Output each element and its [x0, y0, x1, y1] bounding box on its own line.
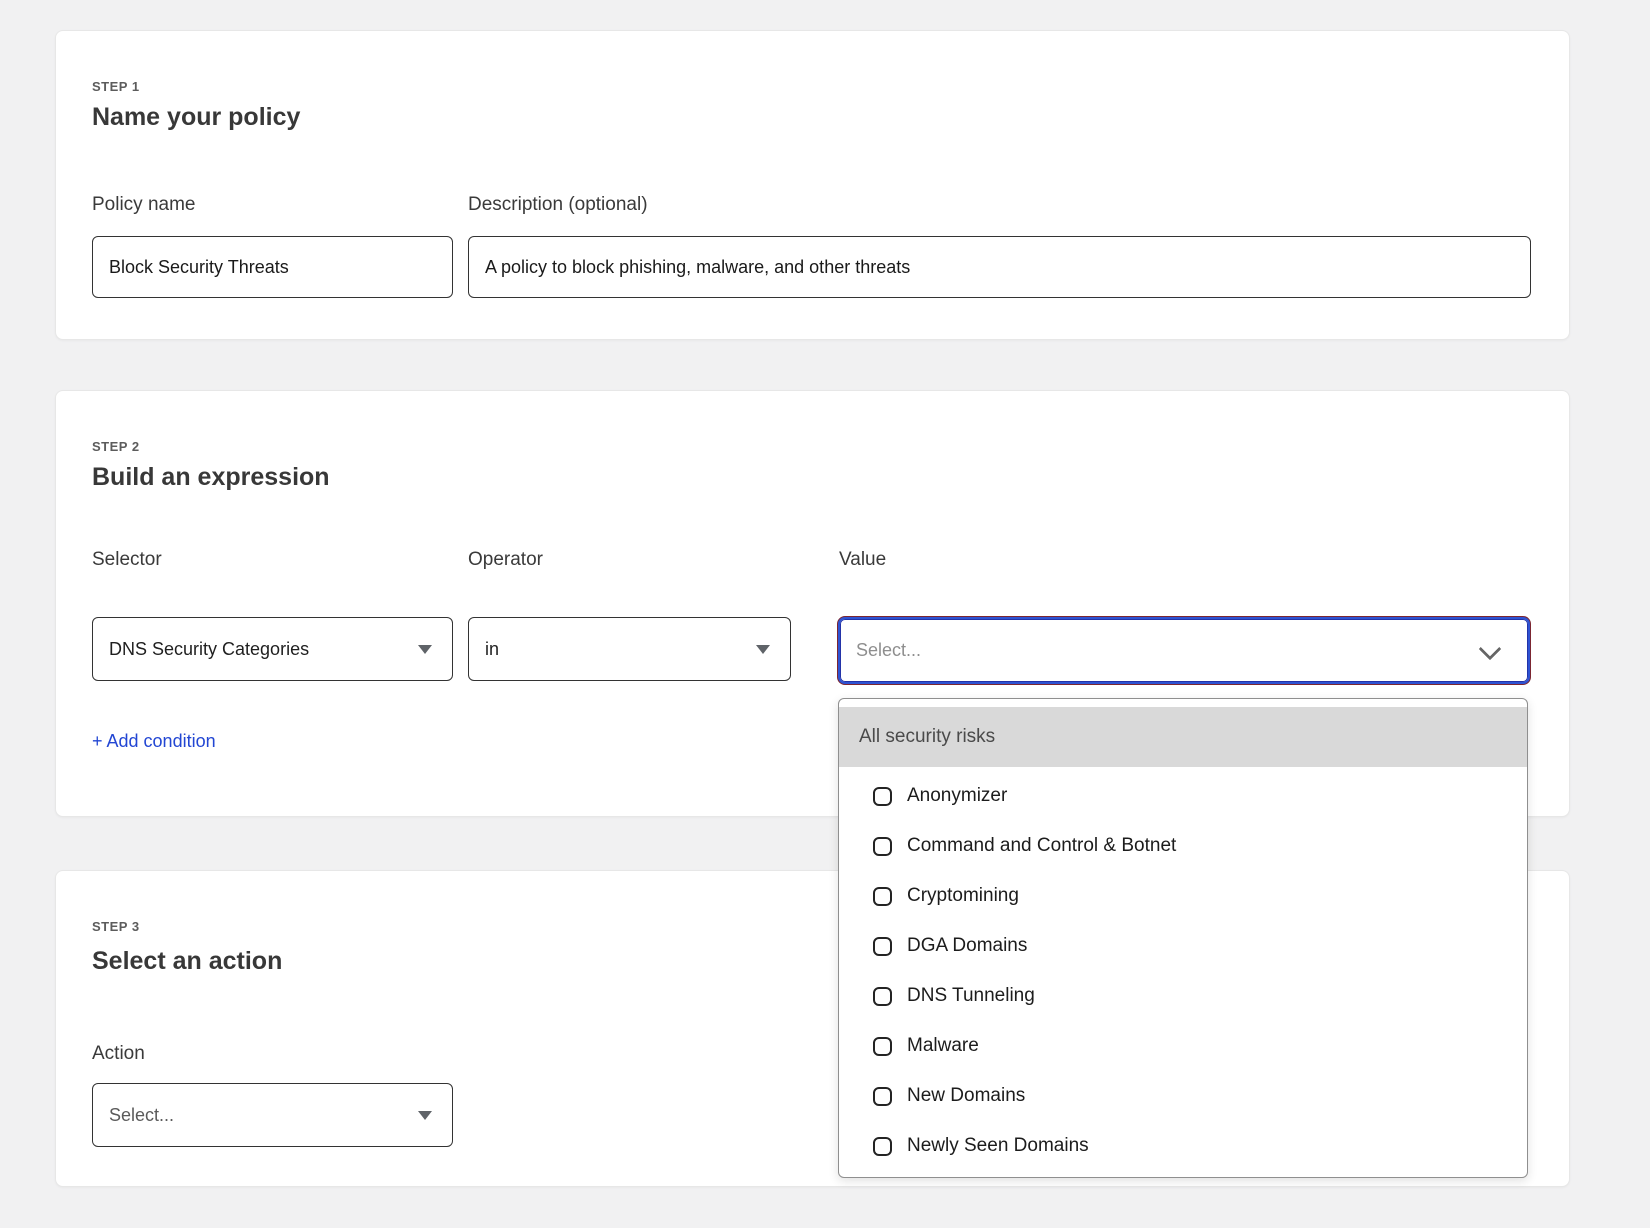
option-checkbox[interactable]: [873, 837, 892, 856]
option-label: Anonymizer: [907, 785, 1007, 807]
option-checkbox[interactable]: [873, 887, 892, 906]
option-checkbox[interactable]: [873, 937, 892, 956]
option-label: DGA Domains: [907, 935, 1027, 957]
description-label: Description (optional): [468, 194, 648, 216]
policy-name-label: Policy name: [92, 194, 196, 216]
dropdown-option-row[interactable]: Malware: [839, 1021, 1527, 1071]
action-select-placeholder: Select...: [109, 1105, 174, 1126]
option-checkbox[interactable]: [873, 1087, 892, 1106]
option-label: Command and Control & Botnet: [907, 835, 1176, 857]
description-input[interactable]: [468, 236, 1531, 298]
value-dropdown-panel: All security risks Anonymizer Command an…: [838, 698, 1528, 1178]
step1-card: STEP 1 Name your policy Policy name Desc…: [55, 30, 1570, 340]
dropdown-option-row[interactable]: DGA Domains: [839, 921, 1527, 971]
step1-label: STEP 1: [92, 79, 140, 94]
dropdown-arrow-icon: [756, 645, 770, 654]
option-label: Malware: [907, 1035, 979, 1057]
value-label: Value: [839, 549, 886, 571]
dropdown-option-row[interactable]: Command and Control & Botnet: [839, 821, 1527, 871]
operator-select-value: in: [485, 639, 499, 660]
selector-select[interactable]: DNS Security Categories: [92, 617, 453, 681]
dropdown-option-row[interactable]: Cryptomining: [839, 871, 1527, 921]
policy-name-input[interactable]: [92, 236, 453, 298]
value-combobox[interactable]: Select...: [838, 617, 1530, 684]
step3-label: STEP 3: [92, 919, 140, 934]
option-label: DNS Tunneling: [907, 985, 1035, 1007]
option-label: Newly Seen Domains: [907, 1135, 1089, 1157]
dropdown-arrow-icon: [418, 645, 432, 654]
action-select[interactable]: Select...: [92, 1083, 453, 1147]
option-checkbox[interactable]: [873, 987, 892, 1006]
option-checkbox[interactable]: [873, 1137, 892, 1156]
dropdown-option-row[interactable]: New Domains: [839, 1071, 1527, 1121]
option-label: New Domains: [907, 1085, 1025, 1107]
dropdown-arrow-icon: [418, 1111, 432, 1120]
option-checkbox[interactable]: [873, 1037, 892, 1056]
value-combobox-placeholder: Select...: [840, 640, 921, 661]
dropdown-options-list: Anonymizer Command and Control & Botnet …: [839, 771, 1527, 1171]
step2-title: Build an expression: [92, 463, 330, 492]
dropdown-option-all-security-risks[interactable]: All security risks: [839, 707, 1527, 767]
selector-select-value: DNS Security Categories: [109, 639, 309, 660]
step1-title: Name your policy: [92, 103, 300, 132]
action-label: Action: [92, 1043, 145, 1065]
step2-label: STEP 2: [92, 439, 140, 454]
step3-title: Select an action: [92, 947, 282, 976]
option-checkbox[interactable]: [873, 787, 892, 806]
dropdown-option-row[interactable]: Anonymizer: [839, 771, 1527, 821]
add-condition-link[interactable]: + Add condition: [92, 731, 216, 752]
dropdown-option-row[interactable]: Newly Seen Domains: [839, 1121, 1527, 1171]
operator-select[interactable]: in: [468, 617, 791, 681]
dropdown-option-row[interactable]: DNS Tunneling: [839, 971, 1527, 1021]
operator-label: Operator: [468, 549, 543, 571]
selector-label: Selector: [92, 549, 162, 571]
chevron-down-icon: [1479, 637, 1502, 660]
option-label: Cryptomining: [907, 885, 1019, 907]
